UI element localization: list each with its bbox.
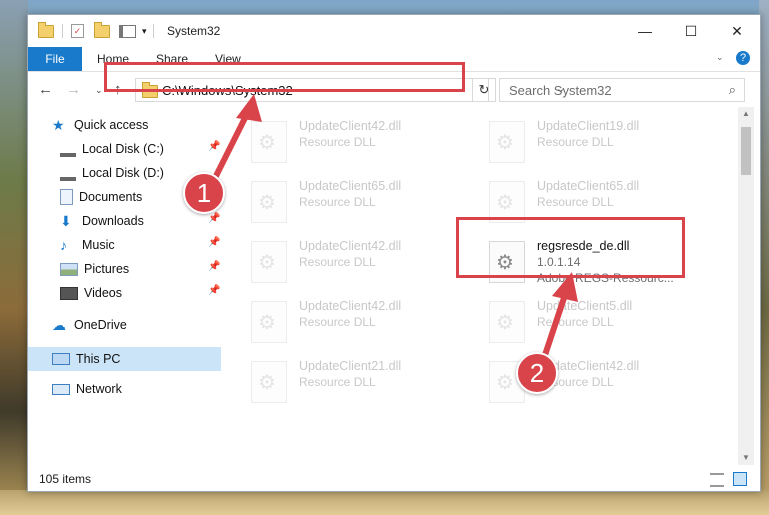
arrowhead-icon [552, 272, 578, 302]
step-badge: 2 [516, 352, 558, 394]
annotation-arrows [207, 94, 578, 373]
step-badge: 1 [183, 172, 225, 214]
arrowhead-icon [236, 94, 262, 122]
